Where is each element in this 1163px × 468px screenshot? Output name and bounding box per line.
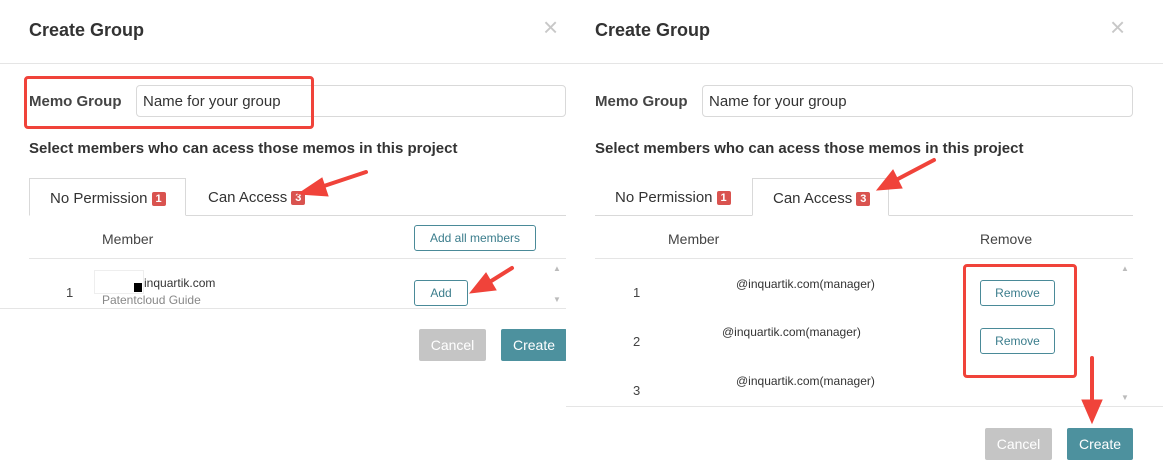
- memo-group-label: Memo Group: [595, 93, 688, 110]
- instructions-text: Select members who can acess those memos…: [29, 140, 458, 157]
- row-number: 3: [633, 383, 641, 398]
- count-badge: 1: [151, 192, 166, 206]
- member-email: @inquartik.com(manager): [722, 325, 861, 339]
- group-name-input[interactable]: [702, 85, 1133, 117]
- tab-label: No Permission: [615, 189, 713, 206]
- scroll-up-icon[interactable]: ▲: [553, 264, 561, 273]
- count-badge: 1: [716, 191, 731, 205]
- tab-label: Can Access: [208, 189, 288, 206]
- footer-divider: [566, 406, 1163, 407]
- scroll-down-icon[interactable]: ▼: [1121, 393, 1129, 402]
- instructions-text: Select members who can acess those memos…: [595, 140, 1024, 157]
- tab-no-permission[interactable]: No Permission 1: [29, 178, 186, 216]
- create-button[interactable]: Create: [501, 329, 567, 361]
- scroll-down-icon[interactable]: ▼: [553, 295, 561, 304]
- remove-column-header: Remove: [980, 231, 1033, 247]
- row-number: 1: [633, 285, 641, 300]
- cancel-button[interactable]: Cancel: [985, 428, 1052, 460]
- member-email: @inquartik.com(manager): [736, 374, 875, 388]
- create-group-dialog-right: Create Group × Memo Group Select members…: [566, 0, 1163, 468]
- footer-divider: [0, 308, 566, 309]
- header-row-divider: [595, 258, 1133, 259]
- count-badge: 3: [856, 192, 871, 206]
- tab-no-permission[interactable]: No Permission 1: [595, 178, 745, 216]
- member-subtitle: Patentcloud Guide: [102, 293, 201, 307]
- create-button[interactable]: Create: [1067, 428, 1133, 460]
- cancel-button[interactable]: Cancel: [419, 329, 486, 361]
- member-column-header: Member: [102, 231, 154, 247]
- close-icon[interactable]: ×: [543, 14, 558, 40]
- redacted-mark: [134, 283, 142, 292]
- member-column-header: Member: [668, 231, 720, 247]
- add-all-members-button[interactable]: Add all members: [414, 225, 536, 251]
- scroll-up-icon[interactable]: ▲: [1121, 264, 1129, 273]
- dialog-title: Create Group: [595, 20, 711, 40]
- highlight-memo-group: [24, 76, 314, 129]
- close-icon[interactable]: ×: [1110, 14, 1125, 40]
- highlight-remove-buttons: [963, 264, 1077, 378]
- header-divider: [0, 63, 566, 64]
- row-number: 2: [633, 334, 641, 349]
- tab-label: Can Access: [773, 190, 853, 207]
- header-divider: [566, 63, 1163, 64]
- tab-can-access[interactable]: Can Access 3: [196, 178, 316, 216]
- create-group-dialog-left: Create Group × Memo Group Select members…: [0, 0, 567, 468]
- row-number: 1: [66, 285, 74, 300]
- header-row-divider: [29, 258, 567, 259]
- add-member-button[interactable]: Add: [414, 280, 468, 306]
- member-email: @inquartik.com(manager): [736, 277, 875, 291]
- count-badge: 3: [291, 191, 306, 205]
- member-email: inquartik.com: [144, 276, 216, 290]
- dialog-title: Create Group: [29, 20, 145, 40]
- tab-can-access[interactable]: Can Access 3: [752, 178, 889, 216]
- tab-label: No Permission: [50, 190, 148, 207]
